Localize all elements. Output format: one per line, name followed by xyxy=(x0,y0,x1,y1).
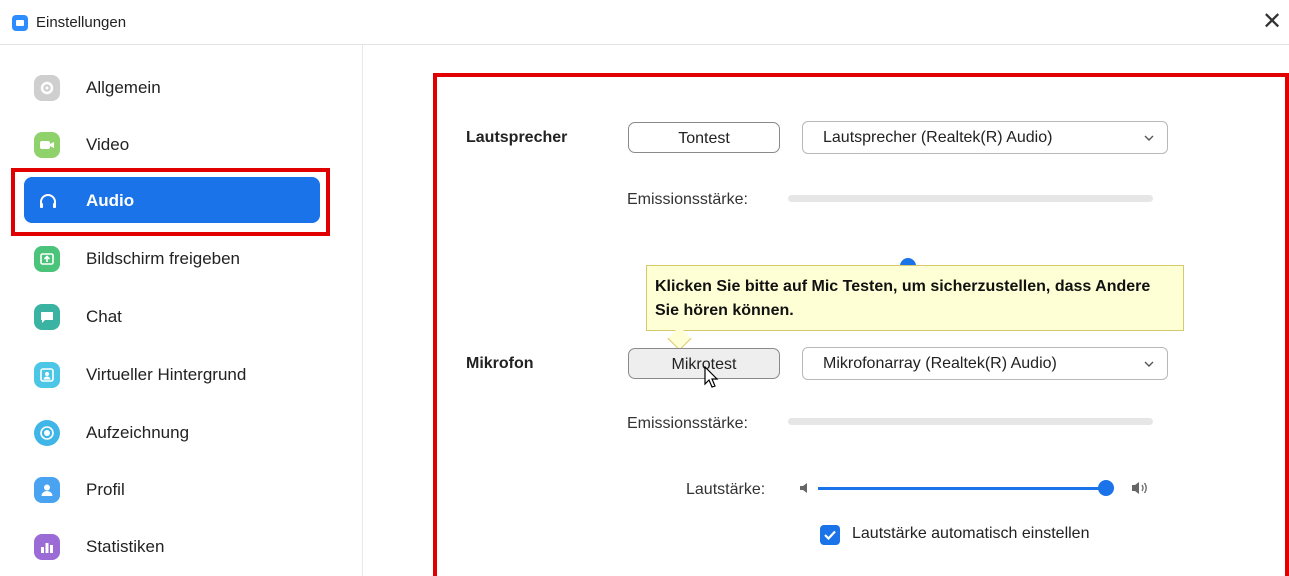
microphone-volume-slider[interactable] xyxy=(818,480,1114,496)
speaker-output-level-meter xyxy=(788,195,1153,202)
microphone-device-value: Mikrofonarray (Realtek(R) Audio) xyxy=(823,355,1057,372)
statistics-icon xyxy=(34,534,60,560)
microphone-volume-label: Lautstärke: xyxy=(686,481,766,498)
close-icon[interactable]: ✕ xyxy=(1262,8,1282,36)
tooltip-tail xyxy=(667,326,692,351)
title-bar: Einstellungen ✕ xyxy=(0,0,1289,45)
auto-adjust-volume-label: Lautstärke automatisch einstellen xyxy=(852,525,1090,542)
sidebar-item-label: Statistiken xyxy=(86,537,165,556)
headphones-icon xyxy=(34,188,60,214)
checkmark-icon xyxy=(824,530,836,541)
chevron-down-icon xyxy=(1144,135,1154,141)
sidebar-item-chat[interactable]: Chat xyxy=(24,293,320,339)
sidebar-item-label: Bildschirm freigeben xyxy=(86,249,241,268)
sidebar-item-label: Virtueller Hintergrund xyxy=(86,365,247,384)
auto-adjust-volume-checkbox[interactable] xyxy=(820,525,840,545)
volume-low-icon xyxy=(800,483,807,493)
tooltip-text: Klicken Sie bitte auf Mic Testen, um sic… xyxy=(655,278,1151,319)
profile-icon xyxy=(34,477,60,503)
microphone-input-level-meter xyxy=(788,418,1153,425)
sidebar-item-label: Chat xyxy=(86,307,122,326)
mic-test-tooltip: Klicken Sie bitte auf Mic Testen, um sic… xyxy=(646,265,1184,351)
share-screen-icon xyxy=(34,246,60,272)
slider-knob[interactable] xyxy=(1098,480,1114,496)
video-icon xyxy=(34,132,60,158)
chevron-down-icon xyxy=(1144,361,1154,367)
gear-icon xyxy=(34,75,60,101)
zoom-app-icon xyxy=(12,15,28,31)
microphone-label: Mikrofon xyxy=(466,355,534,372)
record-icon xyxy=(34,420,60,446)
speaker-test-button[interactable]: Tontest xyxy=(628,122,780,153)
virtual-background-icon xyxy=(34,362,60,388)
speaker-device-select[interactable]: Lautsprecher (Realtek(R) Audio) xyxy=(802,121,1168,154)
speaker-output-level-label: Emissionsstärke: xyxy=(627,191,748,208)
sidebar-item-virtueller-hintergrund[interactable]: Virtueller Hintergrund xyxy=(24,351,320,397)
slider-track-filled xyxy=(818,487,1106,490)
speaker-device-value: Lautsprecher (Realtek(R) Audio) xyxy=(823,129,1053,146)
volume-high-icon xyxy=(1132,482,1147,494)
settings-sidebar: Allgemein Video Audio Bildschirm freigeb… xyxy=(0,45,363,576)
speaker-label: Lautsprecher xyxy=(466,129,568,146)
sidebar-item-label: Video xyxy=(86,135,130,154)
sidebar-item-label: Allgemein xyxy=(86,78,161,97)
microphone-input-level-label: Emissionsstärke: xyxy=(627,415,748,432)
chat-icon xyxy=(34,304,60,330)
sidebar-item-statistiken[interactable]: Statistiken xyxy=(24,523,320,569)
sidebar-item-bildschirm-freigeben[interactable]: Bildschirm freigeben xyxy=(24,235,320,281)
sidebar-item-aufzeichnung[interactable]: Aufzeichnung xyxy=(24,409,320,455)
sidebar-item-label: Profil xyxy=(86,480,125,499)
sidebar-item-allgemein[interactable]: Allgemein xyxy=(24,64,320,110)
sidebar-item-label: Aufzeichnung xyxy=(86,423,190,442)
window-title: Einstellungen xyxy=(36,14,127,31)
microphone-device-select[interactable]: Mikrofonarray (Realtek(R) Audio) xyxy=(802,347,1168,380)
sidebar-item-audio[interactable]: Audio xyxy=(24,177,320,223)
sidebar-item-label: Audio xyxy=(86,191,135,210)
sidebar-item-profil[interactable]: Profil xyxy=(24,466,320,512)
mouse-cursor-icon xyxy=(704,366,719,388)
sidebar-item-video[interactable]: Video xyxy=(24,121,320,167)
